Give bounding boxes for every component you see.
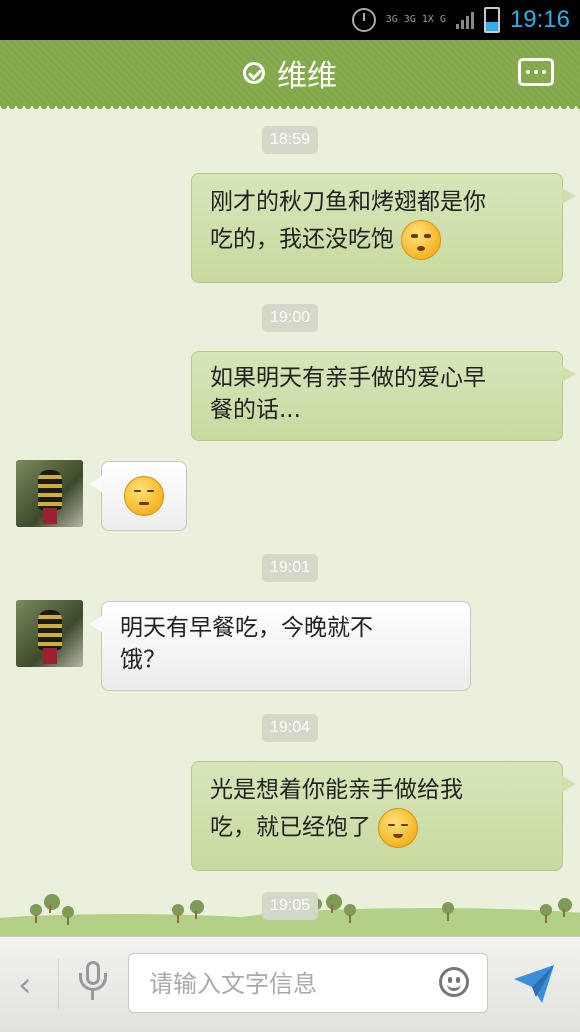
verified-check-icon: [243, 62, 265, 84]
alarm-icon: [351, 8, 376, 32]
title-bar: 维维: [0, 40, 580, 112]
microphone-icon[interactable]: [78, 961, 108, 1005]
chat-title: 维维: [277, 59, 337, 94]
chat-area[interactable]: 18:59 刚才的秋刀鱼和烤翅都是你 吃的，我还没吃饱 19:00 如果明天有亲…: [0, 106, 580, 936]
input-bar: ‹: [0, 936, 580, 1032]
timestamp: 18:59: [261, 126, 319, 154]
more-options-button[interactable]: [518, 58, 554, 86]
smug-emoji-icon: [124, 476, 164, 516]
message-bubble-outgoing[interactable]: 光是想着你能亲手做给我 吃，就已经饱了: [191, 761, 576, 871]
message-input[interactable]: [147, 964, 411, 1004]
message-text-line2: 吃，就已经饱了: [210, 808, 544, 848]
message-bubble-outgoing[interactable]: 如果明天有亲手做的爱心早 餐的话...: [191, 351, 576, 441]
message-text-line2: 吃的，我还没吃饱: [210, 220, 544, 260]
pleading-emoji-icon: [401, 220, 442, 260]
collapse-arrow-icon[interactable]: ‹: [18, 965, 32, 1005]
send-icon[interactable]: [512, 963, 556, 1005]
message-text: 光是想着你能亲手做给我: [210, 777, 463, 803]
message-text: 刚才的秋刀鱼和烤翅都是你: [210, 189, 486, 215]
divider: [58, 959, 59, 1009]
timestamp: 19:04: [261, 714, 319, 742]
message-bubble-outgoing[interactable]: 刚才的秋刀鱼和烤翅都是你 吃的，我还没吃饱: [191, 173, 576, 283]
content-emoji-icon: [378, 808, 419, 848]
message-text: 如果明天有亲手做的爱心早: [210, 365, 486, 391]
avatar[interactable]: [16, 600, 83, 667]
message-text-line2: 餐的话...: [210, 397, 301, 423]
battery-icon: [483, 7, 500, 33]
message-text-line2: 饿？: [120, 647, 166, 673]
network-indicator: 3G 3G 1X G: [385, 14, 446, 25]
timestamp: 19:01: [261, 554, 319, 582]
avatar[interactable]: [16, 460, 83, 527]
message-bubble-incoming[interactable]: [89, 461, 187, 531]
status-bar: 3G 3G 1X G 19:16: [0, 0, 580, 40]
message-input-box[interactable]: [128, 953, 488, 1013]
message-text: 明天有早餐吃，今晚就不: [120, 615, 373, 641]
timestamp: 19:00: [261, 304, 319, 332]
emoji-picker-icon[interactable]: [439, 967, 469, 997]
signal-icon: [455, 11, 474, 29]
message-bubble-incoming[interactable]: 明天有早餐吃，今晚就不 饿？: [89, 601, 471, 691]
timestamp: 19:05: [261, 892, 319, 920]
status-time: 19:16: [509, 6, 570, 33]
